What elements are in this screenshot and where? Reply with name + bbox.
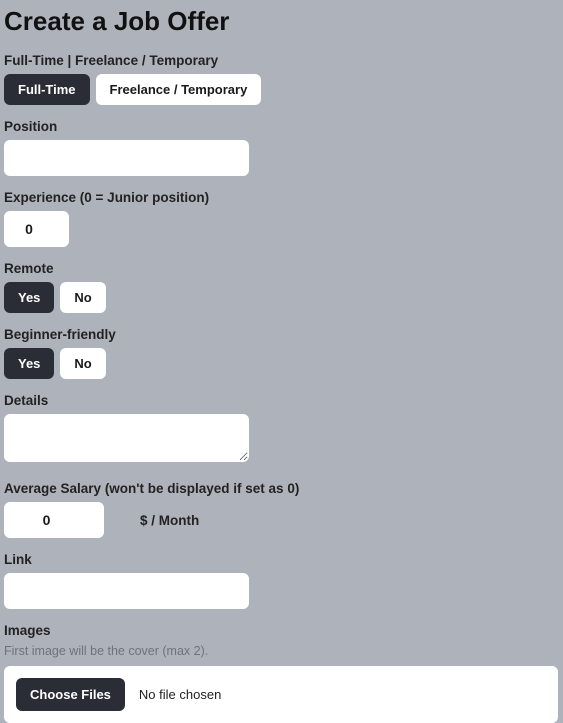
job-type-freelance-button[interactable]: Freelance / Temporary	[96, 74, 262, 105]
details-label: Details	[4, 393, 559, 408]
position-input[interactable]	[4, 140, 249, 176]
salary-label: Average Salary (won't be displayed if se…	[4, 481, 559, 496]
link-field: Link	[4, 552, 559, 609]
remote-field: Remote Yes No	[4, 261, 559, 313]
position-label: Position	[4, 119, 559, 134]
details-input[interactable]	[4, 414, 249, 462]
job-type-label: Full-Time | Freelance / Temporary	[4, 53, 559, 68]
beginner-toggle: Yes No	[4, 348, 559, 379]
remote-yes-button[interactable]: Yes	[4, 282, 54, 313]
images-field: Images First image will be the cover (ma…	[4, 623, 559, 723]
beginner-label: Beginner-friendly	[4, 327, 559, 342]
link-input[interactable]	[4, 573, 249, 609]
remote-label: Remote	[4, 261, 559, 276]
page-title: Create a Job Offer	[4, 6, 559, 37]
job-type-field: Full-Time | Freelance / Temporary Full-T…	[4, 53, 559, 105]
beginner-yes-button[interactable]: Yes	[4, 348, 54, 379]
beginner-no-button[interactable]: No	[60, 348, 105, 379]
images-hint: First image will be the cover (max 2).	[4, 644, 559, 658]
job-type-fulltime-button[interactable]: Full-Time	[4, 74, 90, 105]
salary-field: Average Salary (won't be displayed if se…	[4, 481, 559, 538]
remote-toggle: Yes No	[4, 282, 559, 313]
salary-unit: $ / Month	[140, 513, 199, 528]
link-label: Link	[4, 552, 559, 567]
beginner-field: Beginner-friendly Yes No	[4, 327, 559, 379]
images-label: Images	[4, 623, 559, 638]
experience-input[interactable]	[4, 211, 69, 247]
remote-no-button[interactable]: No	[60, 282, 105, 313]
salary-input[interactable]	[4, 502, 104, 538]
position-field: Position	[4, 119, 559, 176]
job-type-toggle: Full-Time Freelance / Temporary	[4, 74, 559, 105]
experience-label: Experience (0 = Junior position)	[4, 190, 559, 205]
details-field: Details	[4, 393, 559, 467]
experience-field: Experience (0 = Junior position)	[4, 190, 559, 247]
